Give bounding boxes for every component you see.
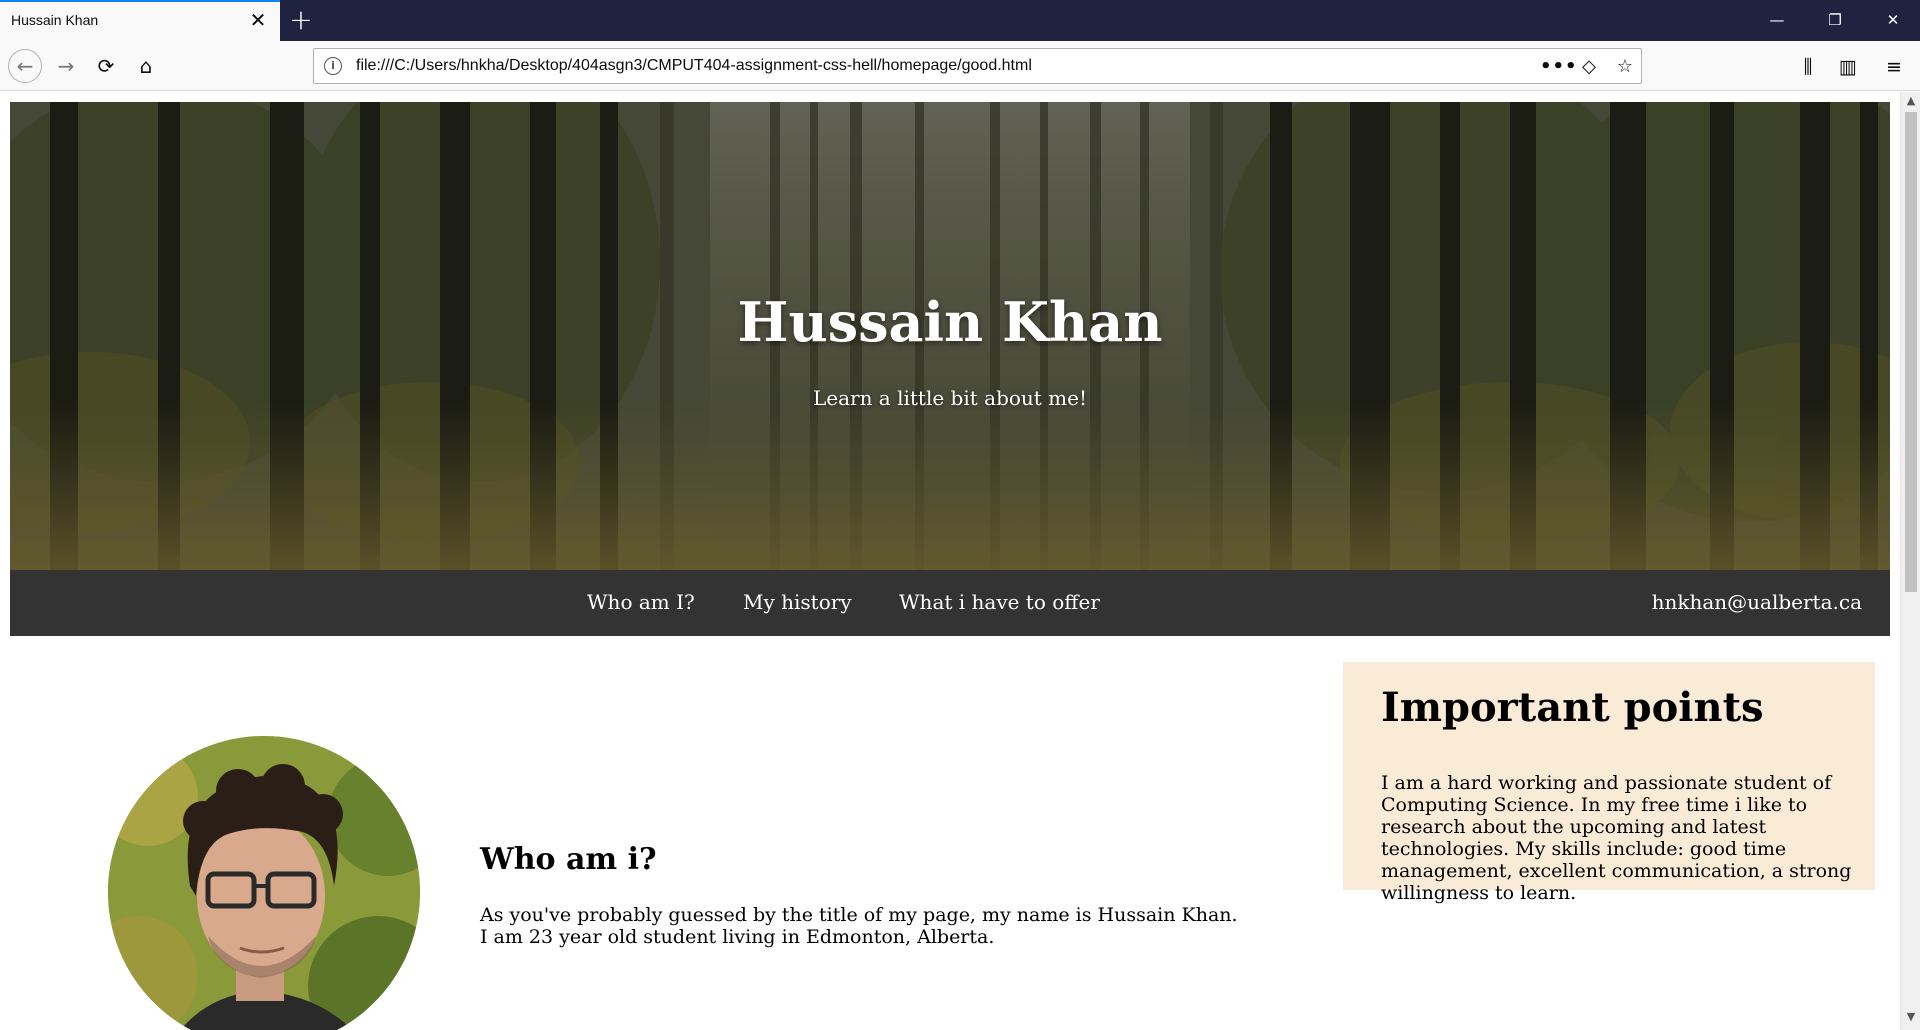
who-am-i-text: As you've probably guessed by the title … — [480, 904, 1238, 948]
address-bar[interactable]: i file:///C:/Users/hnkha/Desktop/404asgn… — [313, 48, 1642, 84]
close-tab-icon[interactable]: ✕ — [248, 10, 268, 30]
hero-banner: Hussain Khan Learn a little bit about me… — [10, 102, 1890, 570]
avatar — [108, 736, 420, 1030]
home-icon[interactable]: ⌂ — [130, 50, 162, 82]
reload-icon[interactable]: ⟳ — [90, 50, 122, 82]
page-viewport: Hussain Khan Learn a little bit about me… — [0, 92, 1900, 1030]
who-am-i-heading: Who am i? — [480, 842, 657, 877]
nav-link-who-am-i[interactable]: Who am I? — [587, 590, 695, 614]
hero-subtitle: Learn a little bit about me! — [812, 386, 1088, 410]
browser-tab[interactable]: Hussain Khan ✕ — [0, 0, 280, 41]
minimize-window-icon[interactable]: — — [1754, 0, 1800, 41]
restore-window-icon[interactable]: ❐ — [1812, 0, 1858, 41]
site-navigation: Who am I? My history What i have to offe… — [10, 570, 1890, 636]
library-icon[interactable]: ⫼ — [1794, 53, 1822, 81]
scroll-up-arrow-icon[interactable]: ▲ — [1901, 94, 1920, 110]
important-points-panel: Important points I am a hard working and… — [1343, 662, 1875, 904]
important-points-heading: Important points — [1381, 684, 1764, 731]
browser-toolbar: ← → ⟳ ⌂ i file:///C:/Users/hnkha/Desktop… — [0, 41, 1920, 91]
scroll-down-arrow-icon[interactable]: ▼ — [1901, 1010, 1920, 1026]
page-actions-icon[interactable]: ••• — [1540, 54, 1577, 80]
site-info-icon[interactable]: i — [324, 57, 342, 75]
tab-title: Hussain Khan — [11, 12, 99, 28]
tab-bar: Hussain Khan ✕ + — ❐ ✕ — [0, 0, 1920, 41]
url-text[interactable]: file:///C:/Users/hnkha/Desktop/404asgn3/… — [356, 57, 1032, 75]
bookmark-star-icon[interactable]: ☆ — [1612, 54, 1638, 80]
vertical-scrollbar[interactable]: ▲ ▼ — [1900, 92, 1920, 1030]
close-window-icon[interactable]: ✕ — [1870, 0, 1916, 41]
nav-email-link[interactable]: hnkhan@ualberta.ca — [1652, 590, 1862, 614]
nav-link-what-i-offer[interactable]: What i have to offer — [899, 590, 1100, 614]
hamburger-menu-icon[interactable]: ≡ — [1880, 53, 1908, 81]
back-arrow-icon[interactable]: ← — [8, 49, 42, 83]
forward-arrow-icon[interactable]: → — [50, 50, 82, 82]
hero-title: Hussain Khan — [737, 290, 1163, 354]
profile-photo — [108, 736, 420, 1030]
sidebar-icon[interactable]: ▥ — [1834, 53, 1862, 81]
scrollbar-thumb[interactable] — [1905, 112, 1917, 592]
new-tab-icon[interactable]: + — [288, 6, 314, 34]
nav-link-my-history[interactable]: My history — [743, 590, 852, 614]
important-points-text: I am a hard working and passionate stude… — [1381, 772, 1852, 904]
pocket-icon[interactable]: ◇ — [1576, 54, 1602, 80]
